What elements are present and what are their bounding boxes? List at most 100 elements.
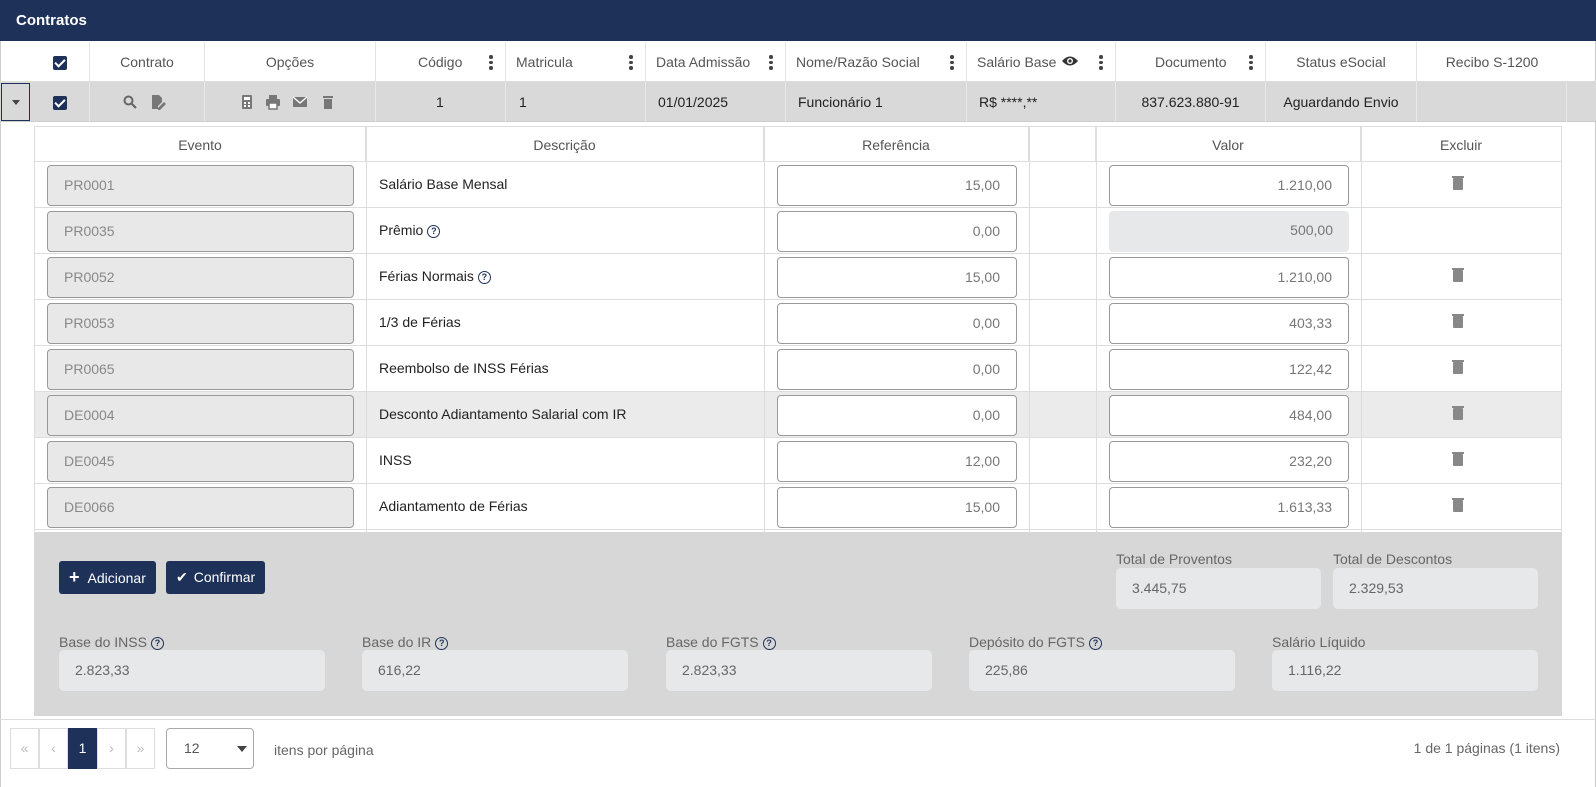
base-fgts-label: Base do FGTS? [666,634,776,650]
column-menu-icon[interactable] [1099,54,1103,70]
help-icon[interactable]: ? [1088,636,1102,650]
deposito-fgts-field: 225,86 [969,650,1235,691]
event-row[interactable]: PR0065 Reembolso de INSS Férias 0,00 122,42 [34,346,1562,392]
base-fgts-field: 2.823,33 [666,650,932,691]
help-icon[interactable]: ? [477,270,491,284]
column-menu-icon[interactable] [1249,54,1253,70]
event-valor-field[interactable]: 232,20 [1109,441,1349,482]
event-referencia-field[interactable]: 0,00 [777,211,1017,252]
event-referencia-field[interactable]: 0,00 [777,303,1017,344]
event-row[interactable]: DE0066 Adiantamento de Férias 15,00 1.613,3… [34,484,1562,530]
event-row[interactable]: PR0035 Prêmio? 0,00 500,00 [34,208,1562,254]
col-data-admissao[interactable]: Data Admissão [646,42,786,82]
calculator-icon[interactable] [239,94,255,110]
add-button[interactable]: + Adicionar [59,561,156,594]
grid-header: Contrato Opções Código Matricula Data Ad… [0,42,1596,82]
page-size-select[interactable]: 12 [166,728,254,769]
event-row[interactable]: DE0004 Desconto Adiantamento Salarial com… [34,392,1562,438]
eye-icon[interactable] [1061,54,1079,68]
trash-icon[interactable] [1452,360,1464,374]
event-description: INSS [379,438,412,482]
page-1-button[interactable]: 1 [68,728,97,769]
base-inss-label-text: Base do INSS [59,634,147,650]
event-referencia-field[interactable]: 15,00 [777,487,1017,528]
col-data-admissao-label: Data Admissão [656,54,751,70]
edit-document-icon[interactable] [150,94,166,110]
event-row[interactable]: PR0001 Salário Base Mensal 15,00 1.210,00 [34,162,1562,208]
mail-icon[interactable] [292,94,308,110]
trash-icon[interactable] [1452,406,1464,420]
events-col-excluir: Excluir [1361,126,1562,162]
help-icon[interactable]: ? [427,224,441,238]
cell-codigo: 1 [376,82,506,122]
select-all-checkbox[interactable] [52,56,67,71]
base-ir-label-text: Base do IR [362,634,432,650]
event-referencia-field[interactable]: 12,00 [777,441,1017,482]
help-icon[interactable]: ? [762,636,776,650]
event-valor-field[interactable]: 1.210,00 [1109,165,1349,206]
trash-icon[interactable] [1452,314,1464,328]
event-valor-field[interactable]: 122,42 [1109,349,1349,390]
col-salario[interactable]: Salário Base [967,42,1116,82]
trash-icon[interactable] [1452,452,1464,466]
table-row[interactable]: 1 1 01/01/2025 Funcionário 1 R$ ****,** … [0,82,1596,122]
trash-icon[interactable] [1452,498,1464,512]
confirm-button[interactable]: ✔ Confirmar [166,561,266,594]
event-valor-field[interactable]: 484,00 [1109,395,1349,436]
help-icon[interactable]: ? [435,636,449,650]
contrato-actions [90,82,205,122]
row-select-cell[interactable] [30,82,90,122]
column-menu-icon[interactable] [769,54,773,70]
event-code-field[interactable]: DE0004 [47,395,354,436]
event-valor-field[interactable]: 1.210,00 [1109,257,1349,298]
col-codigo[interactable]: Código [376,42,506,82]
event-row[interactable]: PR0052 Férias Normais? 15,00 1.210,00 [34,254,1562,300]
event-referencia-field[interactable]: 15,00 [777,257,1017,298]
event-description: Férias Normais? [379,254,491,298]
event-valor-field: 500,00 [1109,211,1349,252]
deposito-fgts-label: Depósito do FGTS? [969,634,1102,650]
event-valor-field[interactable]: 403,33 [1109,303,1349,344]
row-expand-toggle[interactable] [1,83,30,121]
first-page-button[interactable]: « [10,728,39,769]
event-valor-field[interactable]: 1.613,33 [1109,487,1349,528]
column-menu-icon[interactable] [629,54,633,70]
event-code-field[interactable]: DE0066 [47,487,354,528]
prev-page-button[interactable]: ‹ [39,728,68,769]
select-all-cell[interactable] [30,42,90,82]
help-icon[interactable]: ? [150,636,164,650]
event-referencia-field[interactable]: 0,00 [777,349,1017,390]
col-documento[interactable]: Documento [1116,42,1266,82]
event-code-field[interactable]: PR0052 [47,257,354,298]
salario-liquido-field: 1.116,22 [1272,650,1538,691]
col-contrato[interactable]: Contrato [90,42,205,82]
event-code-field[interactable]: DE0045 [47,441,354,482]
next-page-button[interactable]: › [97,728,126,769]
event-code-field[interactable]: PR0035 [47,211,354,252]
event-code-field[interactable]: PR0065 [47,349,354,390]
event-row[interactable]: PR0053 1/3 de Férias 0,00 403,33 [34,300,1562,346]
events-col-valor: Valor [1096,126,1361,162]
col-status[interactable]: Status eSocial [1266,42,1417,82]
col-recibo[interactable]: Recibo S-1200 [1417,42,1567,82]
event-referencia-field[interactable]: 0,00 [777,395,1017,436]
event-code-field[interactable]: PR0053 [47,303,354,344]
row-checkbox[interactable] [52,96,67,111]
column-menu-icon[interactable] [489,54,493,70]
col-nome[interactable]: Nome/Razão Social [786,42,967,82]
event-code-field[interactable]: PR0001 [47,165,354,206]
col-matricula[interactable]: Matricula [506,42,646,82]
trash-icon[interactable] [1452,268,1464,282]
event-description: Adiantamento de Férias [379,484,528,528]
trash-icon[interactable] [1452,176,1464,190]
event-referencia-field[interactable]: 15,00 [777,165,1017,206]
print-icon[interactable] [265,94,281,110]
column-menu-icon[interactable] [950,54,954,70]
last-page-button[interactable]: » [126,728,155,769]
event-row[interactable]: DE0045 INSS 12,00 232,20 [34,438,1562,484]
events-col-evento: Evento [34,126,366,162]
trash-icon[interactable] [320,94,336,110]
col-nome-label: Nome/Razão Social [796,54,920,70]
search-icon[interactable] [122,94,138,110]
total-proventos-field: 3.445,75 [1116,568,1321,609]
